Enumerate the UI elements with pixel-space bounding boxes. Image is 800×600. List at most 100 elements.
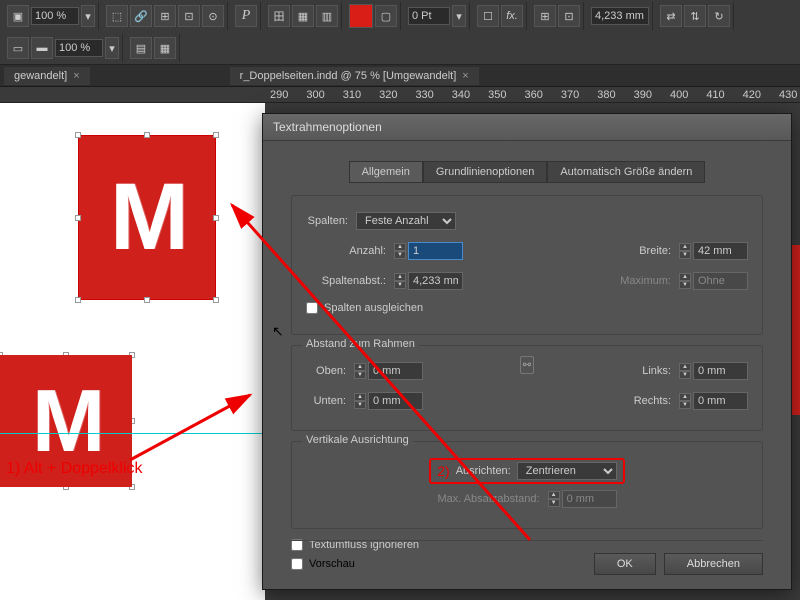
wrap-icon[interactable]: ⊞	[534, 5, 556, 27]
preview-checkbox[interactable]: Vorschau	[291, 558, 355, 570]
tab-autosize[interactable]: Automatisch Größe ändern	[547, 161, 705, 183]
tab-general[interactable]: Allgemein	[349, 161, 423, 183]
logo-letter: M	[32, 370, 100, 472]
close-icon[interactable]: ×	[462, 70, 468, 82]
cols-icon[interactable]: ▥	[316, 5, 338, 27]
handle[interactable]	[213, 215, 219, 221]
handle[interactable]	[75, 215, 81, 221]
paragraph-icon[interactable]: P	[235, 5, 257, 27]
columns-label: Spalten:	[306, 215, 348, 227]
fit-icon[interactable]: ⊞	[154, 5, 176, 27]
align-label: Ausrichten:	[456, 465, 511, 477]
bottom-input[interactable]	[368, 392, 423, 410]
handle[interactable]	[213, 297, 219, 303]
dropdown-icon[interactable]: ▾	[81, 5, 95, 27]
effects-icon[interactable]: ☐	[477, 5, 499, 27]
link-icon[interactable]: 🔗	[130, 5, 152, 27]
columns-group: Spalten: Feste Anzahl Anzahl: ▲▼ Breite:…	[291, 195, 763, 335]
cancel-button[interactable]: Abbrechen	[664, 553, 763, 575]
left-input[interactable]	[693, 362, 748, 380]
spinner[interactable]: ▲▼	[394, 243, 406, 259]
left-label: Links:	[631, 365, 671, 377]
opacity-input[interactable]	[55, 39, 103, 57]
guide-line	[0, 433, 265, 434]
tab-document-2[interactable]: r_Doppelseiten.indd @ 75 % [Umgewandelt]…	[230, 67, 479, 85]
close-icon[interactable]: ×	[73, 70, 79, 82]
panel-edge	[792, 245, 800, 415]
right-label: Rechts:	[631, 395, 671, 407]
spinner[interactable]: ▲▼	[354, 393, 366, 409]
flip-v-icon[interactable]: ⇅	[684, 5, 706, 27]
dropdown-icon[interactable]: ▾	[452, 5, 466, 27]
spinner[interactable]: ▲▼	[679, 363, 691, 379]
spinner[interactable]: ▲▼	[354, 363, 366, 379]
distribute-icon[interactable]: ▦	[154, 37, 176, 59]
stroke-icon[interactable]: ▢	[375, 5, 397, 27]
rotate-icon[interactable]: ↻	[708, 5, 730, 27]
maxspace-input	[562, 490, 617, 508]
handle[interactable]	[75, 132, 81, 138]
selection-tool-icon[interactable]: ▣	[7, 5, 29, 27]
handle[interactable]	[75, 297, 81, 303]
logo-letter: M	[110, 163, 184, 272]
horizontal-ruler: 290 300 310 320 330 340 350 360 370 380 …	[0, 87, 800, 103]
fill-icon[interactable]: ⊡	[178, 5, 200, 27]
tab-label: r_Doppelseiten.indd @ 75 % [Umgewandelt]	[240, 70, 457, 82]
gutter-label: Spaltenabst.:	[306, 275, 386, 287]
handle[interactable]	[213, 132, 219, 138]
spinner[interactable]: ▲▼	[679, 393, 691, 409]
inset-group: Abstand zum Rahmen Oben: ▲▼ ⚯ Links: ▲▼ …	[291, 345, 763, 431]
valign-legend: Vertikale Ausrichtung	[302, 434, 413, 446]
dialog-footer: Vorschau OK Abbrechen	[291, 540, 763, 575]
tab-label: gewandelt]	[14, 70, 67, 82]
valign-group: Vertikale Ausrichtung 2) Ausrichten: Zen…	[291, 441, 763, 529]
link-values-icon[interactable]: ⚯	[520, 356, 534, 374]
measure-input[interactable]	[591, 7, 649, 25]
right-input[interactable]	[693, 392, 748, 410]
tab-document-1[interactable]: gewandelt] ×	[4, 67, 90, 85]
spinner[interactable]: ▲▼	[548, 491, 560, 507]
top-input[interactable]	[368, 362, 423, 380]
wrap2-icon[interactable]: ⊡	[558, 5, 580, 27]
spinner[interactable]: ▲▼	[679, 273, 691, 289]
dialog-title: Textrahmenoptionen	[263, 114, 791, 141]
flip-h-icon[interactable]: ⇄	[660, 5, 682, 27]
maxspace-label: Max. Absatzabstand:	[437, 493, 539, 505]
fx-icon[interactable]: fx.	[501, 5, 523, 27]
center-icon[interactable]: ⊙	[202, 5, 224, 27]
align-select[interactable]: Zentrieren	[517, 462, 617, 480]
document-canvas[interactable]: M M	[0, 103, 265, 600]
tab-baseline[interactable]: Grundlinienoptionen	[423, 161, 547, 183]
max-label: Maximum:	[591, 275, 671, 287]
document-tabs: gewandelt] × r_Doppelseiten.indd @ 75 % …	[0, 65, 800, 87]
bottom-label: Unten:	[306, 395, 346, 407]
stroke-width-input[interactable]	[408, 7, 450, 25]
zoom-input[interactable]	[31, 7, 79, 25]
count-input[interactable]	[408, 242, 463, 260]
fill-color-swatch[interactable]	[349, 4, 373, 28]
width-input[interactable]	[693, 242, 748, 260]
spinner[interactable]: ▲▼	[679, 243, 691, 259]
gutter-input[interactable]	[408, 272, 463, 290]
arrange2-icon[interactable]: ▬	[31, 37, 53, 59]
dropdown-icon[interactable]: ▾	[105, 37, 119, 59]
ok-button[interactable]: OK	[594, 553, 656, 575]
balance-checkbox[interactable]: Spalten ausgleichen	[306, 302, 748, 314]
main-toolbar: ▣ ▾ ⬚ 🔗 ⊞ ⊡ ⊙ P 田 ▦ ▥ ▢ ▾ ☐ fx. ⊞ ⊡ ⇄ ⇅ …	[0, 0, 800, 65]
align-icon[interactable]: ▤	[130, 37, 152, 59]
text-icon[interactable]: 田	[268, 5, 290, 27]
object-icon[interactable]: ⬚	[106, 5, 128, 27]
width-label: Breite:	[591, 245, 671, 257]
annotation-step1: 1) Alt + Doppelklick	[6, 460, 143, 478]
max-input	[693, 272, 748, 290]
logo-frame-selected[interactable]: M	[78, 135, 216, 300]
spinner[interactable]: ▲▼	[394, 273, 406, 289]
count-label: Anzahl:	[306, 245, 386, 257]
grid-icon[interactable]: ▦	[292, 5, 314, 27]
dialog-tabs: Allgemein Grundlinienoptionen Automatisc…	[291, 161, 763, 183]
top-label: Oben:	[306, 365, 346, 377]
columns-type-select[interactable]: Feste Anzahl	[356, 212, 456, 230]
arrange-icon[interactable]: ▭	[7, 37, 29, 59]
handle[interactable]	[144, 297, 150, 303]
handle[interactable]	[144, 132, 150, 138]
